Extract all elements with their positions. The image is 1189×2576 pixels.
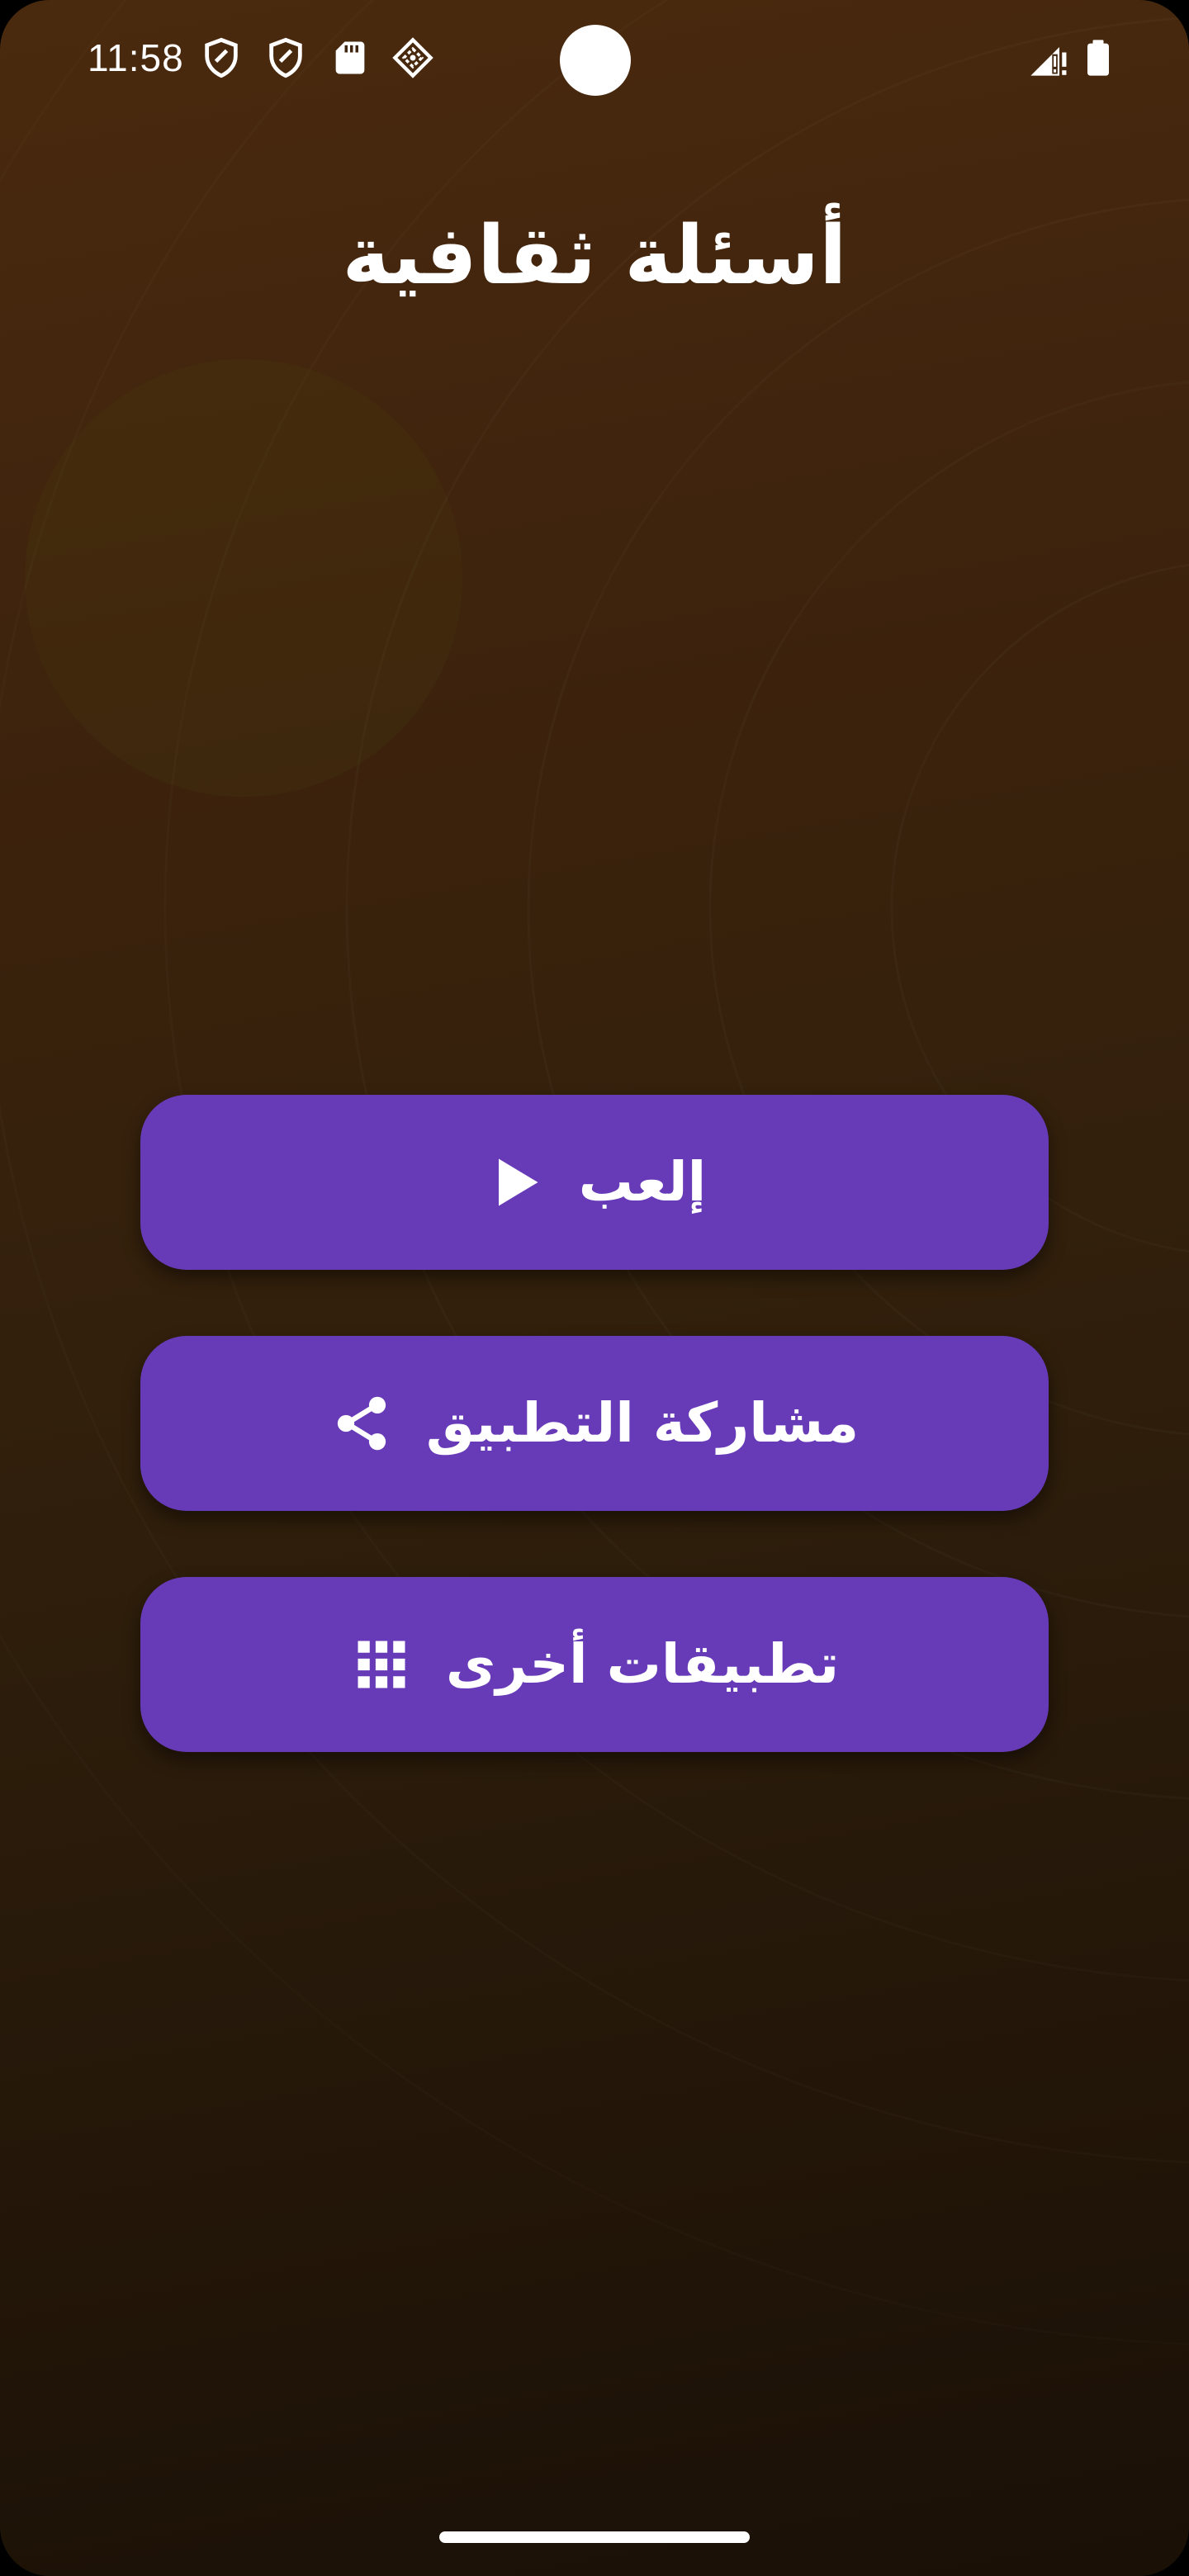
- share-icon: [330, 1392, 393, 1455]
- sd-card-icon: [329, 36, 372, 79]
- play-button[interactable]: إلعب: [140, 1095, 1049, 1270]
- play-icon: [483, 1151, 546, 1214]
- share-app-button-label: مشاركة التطبيق: [425, 1391, 860, 1455]
- status-bar: 11:58: [0, 0, 1189, 116]
- app-screen: 11:58 أسئلة ثقافية إلعب مشاركة التطبيق ت…: [0, 0, 1189, 2576]
- signal-alert-icon: [1027, 36, 1070, 79]
- shield-icon: [264, 36, 307, 79]
- home-indicator[interactable]: [439, 2531, 750, 2543]
- location-diamond-icon: [391, 36, 434, 79]
- background-decoration: [25, 359, 462, 797]
- app-title: أسئلة ثقافية: [342, 209, 847, 303]
- apps-grid-icon: [350, 1633, 413, 1696]
- status-time: 11:58: [88, 36, 184, 79]
- battery-icon: [1077, 36, 1120, 79]
- more-apps-button[interactable]: تطبيقات أخرى: [140, 1577, 1049, 1752]
- shield-icon: [200, 36, 243, 79]
- more-apps-button-label: تطبيقات أخرى: [445, 1632, 840, 1696]
- share-app-button[interactable]: مشاركة التطبيق: [140, 1336, 1049, 1511]
- camera-cutout: [560, 25, 631, 96]
- play-button-label: إلعب: [578, 1150, 707, 1214]
